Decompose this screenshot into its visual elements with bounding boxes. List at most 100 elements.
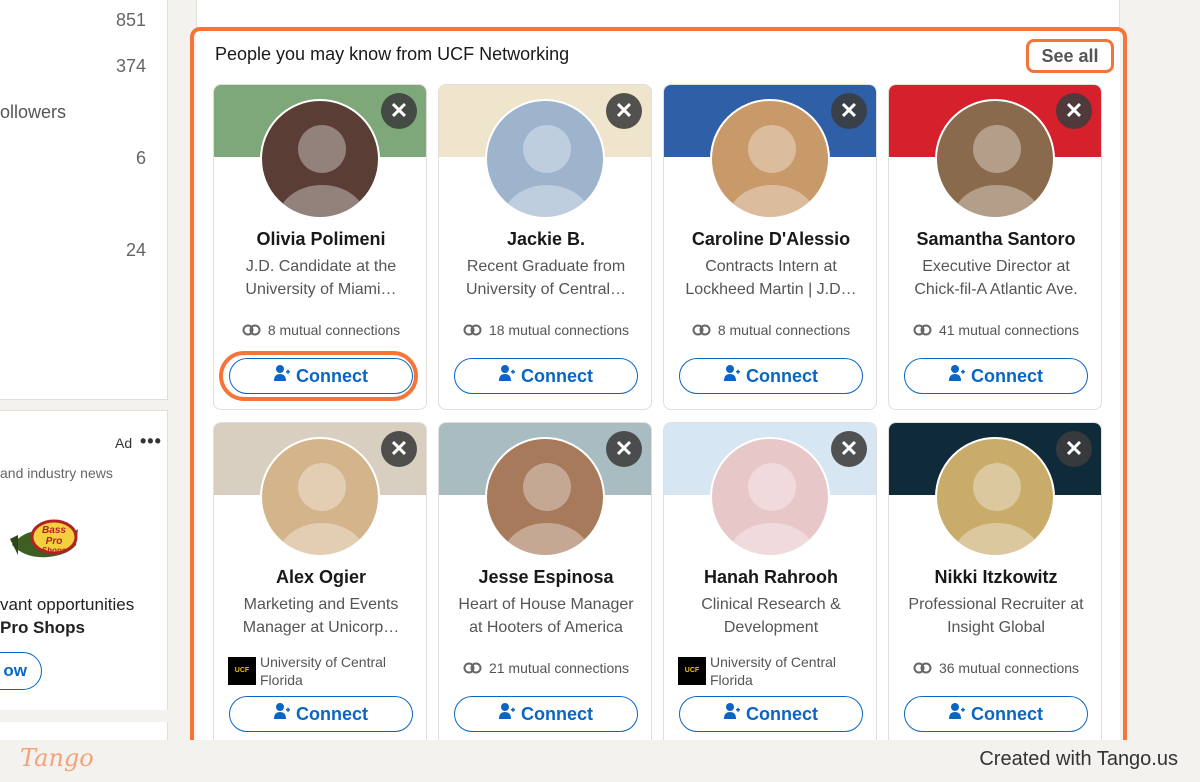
avatar[interactable] [485, 437, 605, 557]
person-card[interactable]: ✕ Nikki Itzkowitz Professional Recruiter… [888, 422, 1102, 748]
profile-stats-card: 851 374 ollowers 6 24 [0, 0, 168, 400]
person-card[interactable]: ✕ Olivia Polimeni J.D. Candidate at the … [213, 84, 427, 410]
mutual-count: 41 mutual connections [938, 322, 1080, 338]
person-headline: Marketing and Events Manager at Unicorp… [242, 596, 400, 636]
avatar[interactable] [935, 437, 1055, 557]
tango-footer: Tango Created with Tango.us [0, 740, 1200, 782]
mutual-count: 8 mutual connections [267, 322, 401, 338]
school-name: University of Central Florida [260, 654, 387, 688]
mutual-connections[interactable]: 18 mutual connections [439, 322, 651, 339]
connect-label: Connect [521, 366, 593, 386]
left-column: 851 374 ollowers 6 24 Ad ••• and industr… [0, 0, 168, 742]
person-card[interactable]: ✕ Hanah Rahrooh Clinical Research & Deve… [663, 422, 877, 748]
add-person-icon [724, 697, 740, 731]
ad-subtitle: and industry news [0, 465, 113, 481]
connect-label: Connect [296, 366, 368, 386]
avatar[interactable] [260, 437, 380, 557]
stat-row[interactable]: 24 [0, 240, 168, 264]
more-options-icon[interactable]: ••• [140, 431, 162, 452]
ad-headline: vant opportunities [0, 595, 135, 614]
school-info: UCF University of Central Florida [678, 653, 868, 689]
mutual-count: 18 mutual connections [488, 322, 630, 338]
dismiss-icon[interactable]: ✕ [1056, 93, 1092, 129]
mutual-connections[interactable]: 41 mutual connections [889, 322, 1101, 339]
mutual-connections-icon [463, 661, 483, 677]
person-card[interactable]: ✕ Caroline D'Alessio Contracts Intern at… [663, 84, 877, 410]
stat-value: 851 [115, 10, 146, 30]
connect-button[interactable]: Connect [679, 358, 863, 394]
dismiss-icon[interactable]: ✕ [606, 431, 642, 467]
connect-button[interactable]: Connect [454, 696, 638, 732]
mutual-count: 21 mutual connections [488, 660, 630, 676]
mutual-connections-icon [913, 323, 933, 339]
add-person-icon [499, 359, 515, 393]
stat-row[interactable]: 374 [0, 56, 168, 80]
avatar[interactable] [260, 99, 380, 219]
mutual-connections[interactable]: 8 mutual connections [664, 322, 876, 339]
person-headline: Heart of House Manager at Hooters of Ame… [458, 596, 634, 636]
connect-button[interactable]: Connect [454, 358, 638, 394]
connect-button[interactable]: Connect [904, 696, 1088, 732]
add-person-icon [724, 359, 740, 393]
person-name[interactable]: Jackie B. [439, 229, 651, 250]
add-person-icon [949, 697, 965, 731]
connect-label: Connect [746, 704, 818, 724]
stat-row[interactable]: 851 [0, 10, 168, 34]
person-card[interactable]: ✕ Samantha Santoro Executive Director at… [888, 84, 1102, 410]
person-headline: Professional Recruiter at Insight Global [908, 596, 1084, 636]
avatar[interactable] [710, 99, 830, 219]
left-bottom-card [0, 722, 168, 742]
dismiss-icon[interactable]: ✕ [381, 93, 417, 129]
add-person-icon [499, 697, 515, 731]
tango-logo: Tango [20, 744, 94, 772]
person-name[interactable]: Caroline D'Alessio [664, 229, 876, 250]
dismiss-icon[interactable]: ✕ [381, 431, 417, 467]
connect-button[interactable]: Connect [904, 358, 1088, 394]
mutual-connections-icon [692, 323, 712, 339]
avatar[interactable] [935, 99, 1055, 219]
person-card[interactable]: ✕ Jesse Espinosa Heart of House Manager … [438, 422, 652, 748]
mutual-connections[interactable]: 21 mutual connections [439, 660, 651, 677]
connect-button[interactable]: Connect [229, 696, 413, 732]
person-headline: Executive Director at Chick-fil-A Atlant… [914, 258, 1078, 298]
connect-label: Connect [296, 704, 368, 724]
stat-row[interactable]: ollowers [0, 102, 168, 126]
previous-section [196, 0, 1120, 30]
person-name[interactable]: Hanah Rahrooh [664, 567, 876, 588]
connect-button[interactable]: Connect [679, 696, 863, 732]
stat-label: ollowers [0, 102, 67, 122]
person-headline: Recent Graduate from University of Centr… [465, 258, 627, 298]
ad-company: Pro Shops [0, 618, 86, 637]
person-card[interactable]: ✕ Alex Ogier Marketing and Events Manage… [213, 422, 427, 748]
add-person-icon [949, 359, 965, 393]
follow-button[interactable]: ow [0, 652, 42, 690]
stat-value: 374 [115, 56, 146, 76]
person-name[interactable]: Samantha Santoro [889, 229, 1101, 250]
person-name[interactable]: Alex Ogier [214, 567, 426, 588]
bass-pro-logo[interactable]: Bass Pro Shops [8, 511, 80, 567]
svg-text:Shops: Shops [42, 546, 67, 555]
mutual-connections[interactable]: 36 mutual connections [889, 660, 1101, 677]
person-card[interactable]: ✕ Jackie B. Recent Graduate from Univers… [438, 84, 652, 410]
avatar[interactable] [710, 437, 830, 557]
person-name[interactable]: Jesse Espinosa [439, 567, 651, 588]
mutual-connections[interactable]: 8 mutual connections [214, 322, 426, 339]
add-person-icon [274, 359, 290, 393]
created-with-text: Created with Tango.us [979, 748, 1178, 770]
person-name[interactable]: Olivia Polimeni [214, 229, 426, 250]
avatar[interactable] [485, 99, 605, 219]
dismiss-icon[interactable]: ✕ [1056, 431, 1092, 467]
ucf-logo: UCF [678, 657, 706, 685]
connect-label: Connect [971, 366, 1043, 386]
dismiss-icon[interactable]: ✕ [831, 431, 867, 467]
dismiss-icon[interactable]: ✕ [606, 93, 642, 129]
ucf-logo: UCF [228, 657, 256, 685]
dismiss-icon[interactable]: ✕ [831, 93, 867, 129]
connect-button[interactable]: Connect [229, 358, 413, 394]
mutual-connections-icon [242, 323, 262, 339]
stat-value: 6 [135, 148, 146, 168]
see-all-button[interactable]: See all [1026, 39, 1114, 73]
person-headline: J.D. Candidate at the University of Miam… [245, 258, 397, 298]
stat-row[interactable]: 6 [0, 148, 168, 172]
person-name[interactable]: Nikki Itzkowitz [889, 567, 1101, 588]
